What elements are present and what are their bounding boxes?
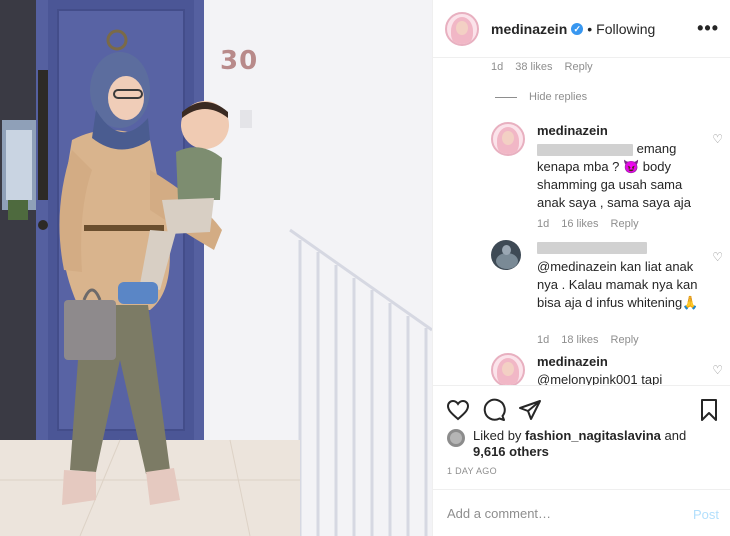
redacted-mention [537,143,633,156]
reply-button[interactable]: Reply [611,218,639,230]
comment-likes[interactable]: 38 likes [515,61,552,73]
header-separator: • [587,20,593,37]
comment-username[interactable]: medinazein [537,353,699,371]
liked-by-row: Liked by fashion_nagitaslavina and 9,616… [447,428,713,460]
comment-item: medinazein emang kenapa mba ? 😈 body sha… [491,122,723,232]
comment-time: 1d [491,61,504,73]
comment-username[interactable]: medinazein [537,122,699,140]
commenter-avatar[interactable] [491,122,525,156]
comment-meta: 1d 38 likes Reply [491,61,605,73]
liked-by-prefix: Liked by [473,428,522,443]
more-options-icon[interactable]: ••• [697,18,719,39]
comment-like-heart-icon[interactable]: ♡ [712,363,723,377]
house-number: 30 [220,46,259,76]
share-paper-plane-icon[interactable] [518,398,542,422]
comments-list[interactable]: 1d 38 likes Reply Hide replies medinazei… [433,58,730,385]
post-side-panel: medinazein ✓ • Following ••• 1d 38 likes… [432,0,730,536]
comment-likes[interactable]: 18 likes [561,334,598,346]
comment-body: @medinazein kan liat anak nya . Kalau ma… [537,240,699,312]
comment-time: 1d [537,334,550,346]
add-comment-input[interactable] [447,505,677,521]
post-photo[interactable]: 30 [0,0,432,536]
like-heart-icon[interactable] [446,398,470,422]
hide-replies-line [495,96,517,98]
post-comment-button[interactable]: Post [693,507,719,522]
commenter-avatar[interactable] [491,353,525,385]
comment-meta: 1d 18 likes Reply [537,334,651,346]
author-avatar[interactable] [445,11,479,46]
comment-text: @melonypink001 tapi [537,372,663,385]
comment-likes[interactable]: 16 likes [561,218,598,230]
comment-time: 1d [537,218,550,230]
comment-text: @medinazein kan liat anak nya . Kalau ma… [537,259,699,310]
following-button[interactable]: Following [596,21,655,37]
liked-by-text: Liked by fashion_nagitaslavina and 9,616… [473,428,713,460]
comment-body: medinazein @melonypink001 tapi [537,353,699,385]
post-header: medinazein ✓ • Following ••• [433,0,730,58]
hide-replies-button[interactable]: Hide replies [495,91,587,103]
post-photo-illustration [0,0,432,536]
save-bookmark-icon[interactable] [697,398,721,422]
others-count-link[interactable]: 9,616 others [473,444,549,459]
comment-item: @medinazein kan liat anak nya . Kalau ma… [491,240,723,340]
liked-by-and: and [664,428,687,443]
add-comment-bar: Post [433,489,730,536]
comment-like-heart-icon[interactable]: ♡ [712,250,723,264]
comment-item: medinazein @melonypink001 tapi ♡ [491,353,723,385]
hide-replies-label: Hide replies [529,91,588,103]
post-timestamp[interactable]: 1 DAY AGO [447,466,497,476]
comment-bubble-icon[interactable] [482,398,506,422]
commenter-avatar[interactable] [491,240,521,270]
liker-avatar[interactable] [447,429,465,447]
comment-body: medinazein emang kenapa mba ? 😈 body sha… [537,122,699,212]
comment-meta: 1d 16 likes Reply [537,218,651,230]
author-username[interactable]: medinazein [491,21,567,37]
redacted-username [537,241,647,254]
reply-button[interactable]: Reply [565,61,593,73]
reply-button[interactable]: Reply [611,334,639,346]
comment-like-heart-icon[interactable]: ♡ [712,132,723,146]
verified-badge-icon: ✓ [571,22,584,35]
liked-by-username[interactable]: fashion_nagitaslavina [525,428,661,443]
